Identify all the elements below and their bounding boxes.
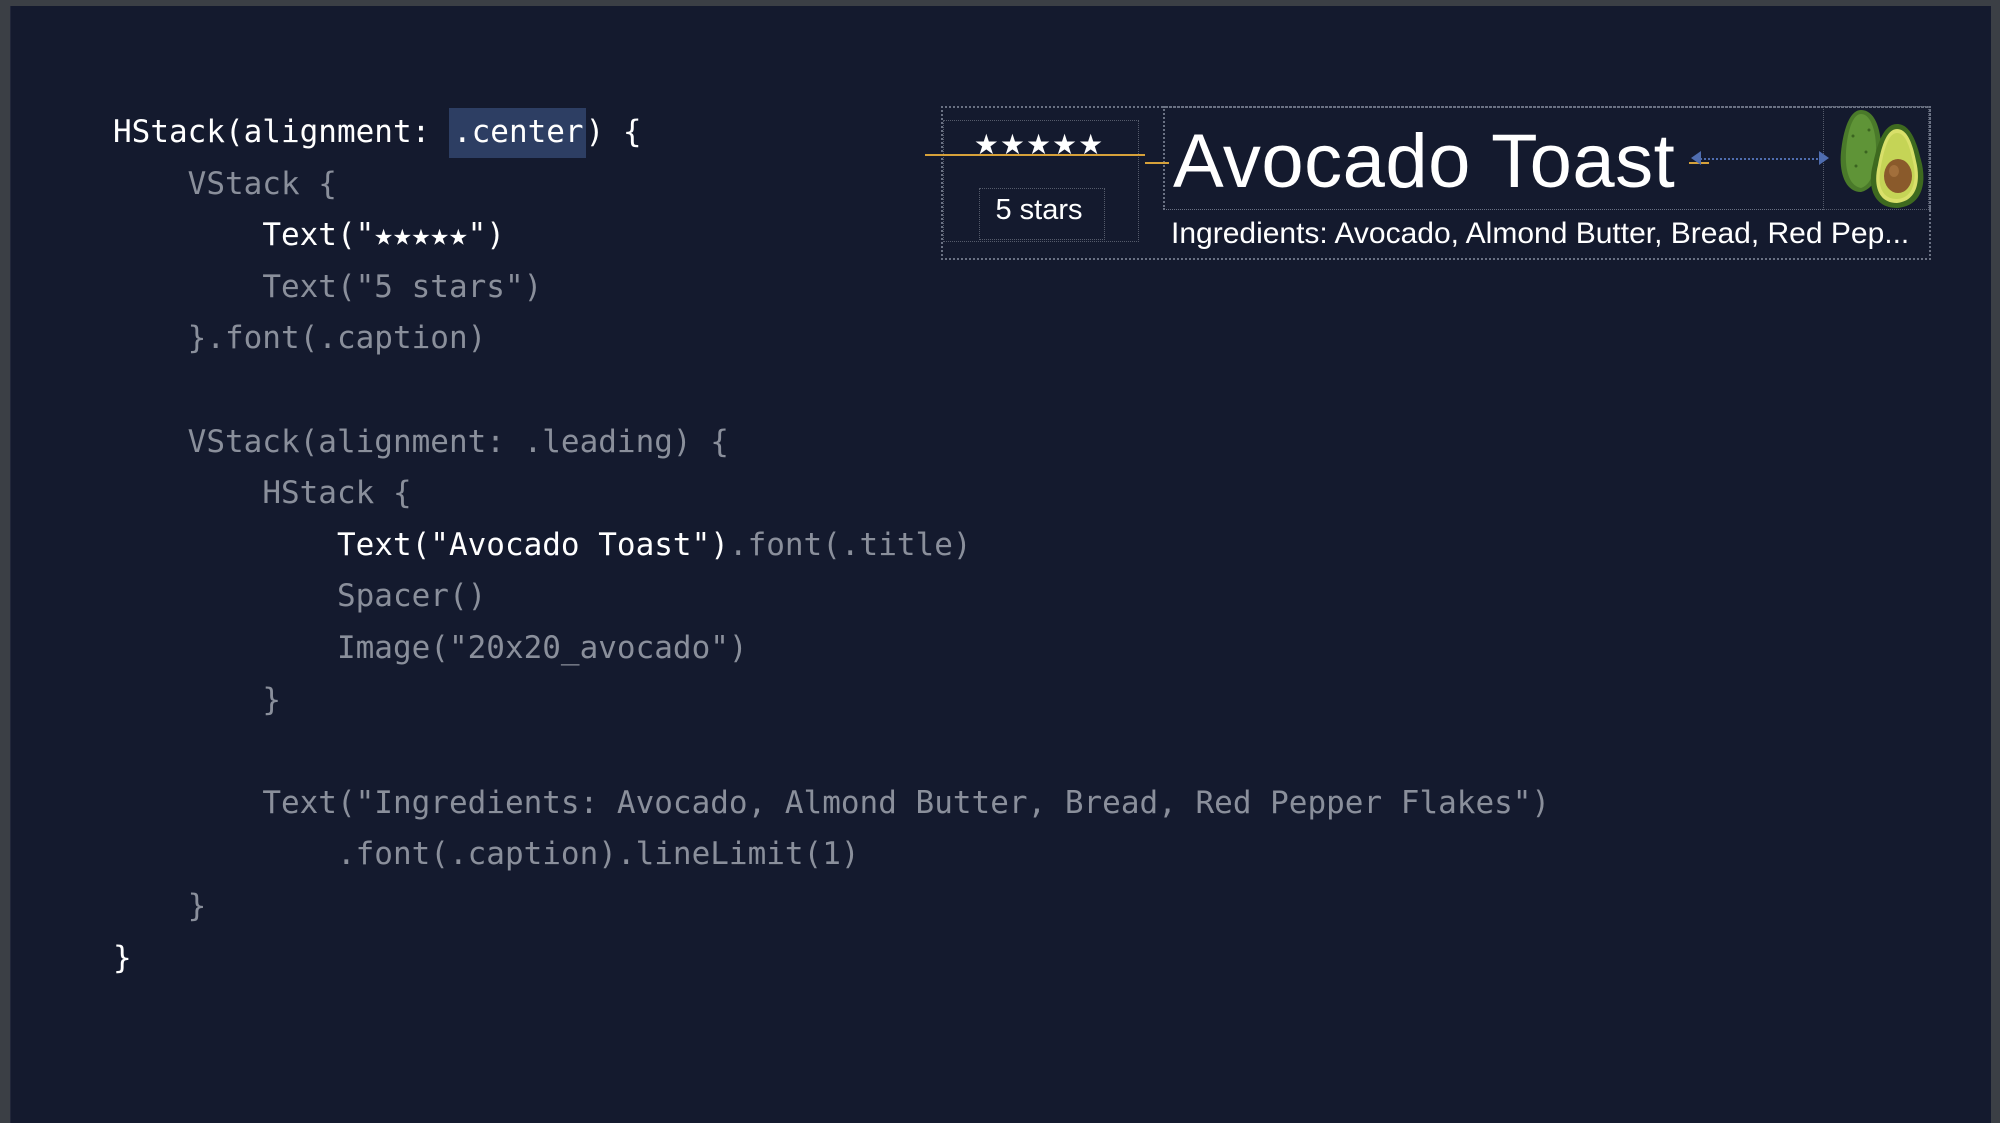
code-line: Text("Avocado Toast").font(.title) xyxy=(113,525,972,565)
spacer-arrow-left-icon xyxy=(1691,151,1701,165)
recipe-title: Avocado Toast xyxy=(1173,119,1676,204)
code-token: Spacer() xyxy=(336,578,487,615)
code-token: .font(.caption).lineLimit(1) xyxy=(336,836,860,873)
code-token: } xyxy=(187,888,207,924)
code-token: HStack(alignment: xyxy=(113,114,449,150)
code-token: Image("20x20_avocado") xyxy=(336,630,748,666)
code-token: ) { xyxy=(585,114,642,150)
code-line: } xyxy=(113,938,132,978)
code-line: }.font(.caption) xyxy=(113,318,487,358)
rating-label: 5 stars xyxy=(995,194,1083,226)
code-line: Text("Ingredients: Avocado, Almond Butte… xyxy=(113,783,1550,823)
code-line: Text("5 stars") xyxy=(113,267,542,307)
code-token: VStack { xyxy=(187,165,337,202)
code-line: HStack { xyxy=(113,473,412,513)
code-line: Image("20x20_avocado") xyxy=(113,628,748,668)
spacer-guide xyxy=(1697,158,1821,160)
code-line: VStack { xyxy=(113,164,337,204)
code-token: } xyxy=(113,939,132,976)
code-line: } xyxy=(113,680,281,720)
ingredients-text: Ingredients: Avocado, Almond Butter, Bre… xyxy=(1171,217,1910,250)
code-token: Text("Avocado Toast") xyxy=(336,526,729,563)
code-line: .font(.caption).lineLimit(1) xyxy=(113,834,860,874)
code-line: Spacer() xyxy=(113,576,486,616)
center-alignment-guide-left xyxy=(925,154,1145,156)
code-line: HStack(alignment: .center) { xyxy=(113,108,642,158)
swiftui-preview: ★★★★★ 5 stars Avocado Toast Ingredients:… xyxy=(925,102,1931,266)
code-token: Text("5 stars") xyxy=(262,268,543,305)
selected-code-token: .center xyxy=(448,108,586,158)
code-token: VStack(alignment: .leading) { xyxy=(187,423,729,460)
center-alignment-guide-stub xyxy=(1145,162,1169,164)
code-line: VStack(alignment: .leading) { xyxy=(113,422,729,462)
spacer-arrow-right-icon xyxy=(1819,151,1829,165)
code-line: } xyxy=(113,886,207,926)
code-token: }.font(.caption) xyxy=(187,320,487,357)
slide-frame: HStack(alignment: .center) { VStack { Te… xyxy=(10,6,1991,1123)
code-line: Text("★★★★★") xyxy=(113,215,505,255)
code-token: } xyxy=(262,681,281,718)
code-token: Text("Ingredients: Avocado, Almond Butte… xyxy=(262,784,1551,821)
avocado-icon xyxy=(1840,110,1924,208)
code-token: Text("★★★★★") xyxy=(262,217,505,254)
code-token: .font(.title) xyxy=(728,526,972,563)
stars-text: ★★★★★ xyxy=(973,128,1105,161)
code-token: HStack { xyxy=(262,475,412,512)
